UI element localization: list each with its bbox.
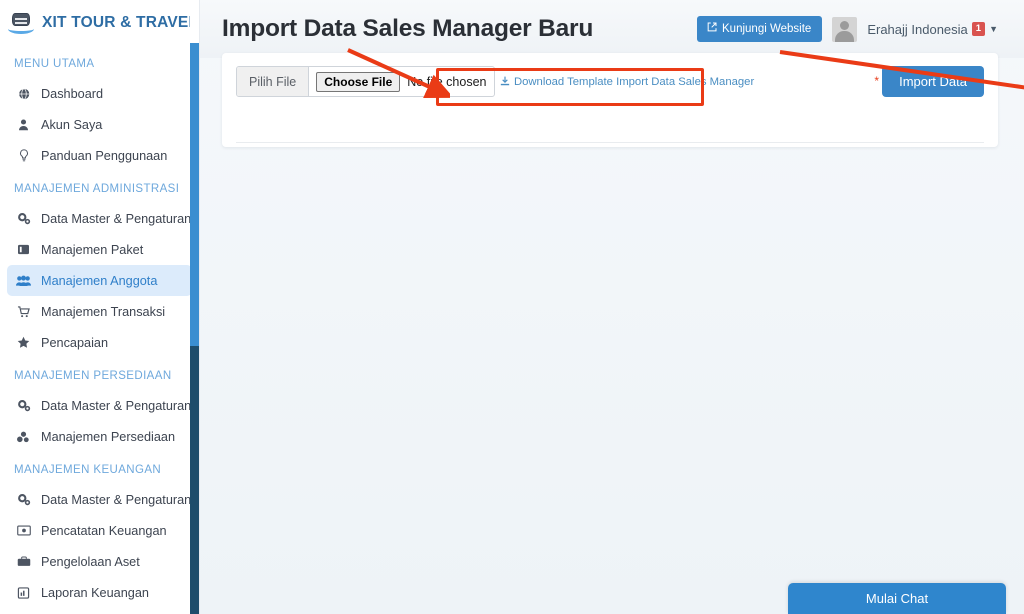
- visit-website-label: Kunjungi Website: [722, 22, 812, 35]
- sidebar-item-manajemen-anggota[interactable]: Manajemen Anggota: [7, 265, 192, 296]
- gears-icon: [16, 493, 31, 506]
- main-content: Import Data Sales Manager Baru Kunjungi …: [200, 0, 1024, 614]
- sidebar-item-dashboard[interactable]: Dashboard: [7, 78, 192, 109]
- globe-icon: [16, 87, 31, 100]
- file-report-icon: [16, 586, 31, 599]
- external-link-icon: [707, 22, 717, 35]
- sidebar-item-manajemen-persediaan[interactable]: Manajemen Persediaan: [7, 421, 192, 452]
- sidebar-section-heading: MANAJEMEN ADMINISTRASI: [14, 183, 180, 195]
- chevron-down-icon: ▼: [989, 24, 998, 34]
- file-upload-control[interactable]: Pilih File Choose File No file chosen: [236, 66, 496, 97]
- download-icon: [500, 76, 510, 89]
- users-icon: [16, 275, 31, 287]
- sidebar-item-label: Manajemen Paket: [41, 242, 144, 257]
- import-card: Pilih File Choose File No file chosen Do…: [222, 53, 998, 147]
- sidebar-item-akun-saya[interactable]: Akun Saya: [7, 109, 192, 140]
- visit-website-button[interactable]: Kunjungi Website: [697, 16, 823, 42]
- gears-icon: [16, 399, 31, 412]
- sidebar-section-heading: MENU UTAMA: [14, 58, 95, 70]
- sidebar: XIT TOUR & TRAVEL MENU UTAMA Dashboard A…: [0, 0, 200, 614]
- sidebar-item-pengelolaan-aset[interactable]: Pengelolaan Aset: [7, 546, 192, 577]
- sidebar-item-label: Dashboard: [41, 86, 104, 101]
- sidebar-item-pencatatan-keuangan[interactable]: Pencatatan Keuangan: [7, 515, 192, 546]
- sidebar-item-manajemen-transaksi[interactable]: Manajemen Transaksi: [7, 296, 192, 327]
- book-icon: [16, 244, 31, 255]
- card-divider: [236, 142, 984, 143]
- sidebar-item-panduan-penggunaan[interactable]: Panduan Penggunaan: [7, 140, 192, 171]
- import-card-right: * Import Data: [844, 53, 998, 97]
- status-badge: 1: [971, 21, 986, 37]
- sidebar-scrollbar-top-gap: [190, 0, 199, 43]
- sidebar-item-data-master-administrasi[interactable]: Data Master & Pengaturan: [7, 203, 192, 234]
- lightbulb-icon: [16, 149, 31, 162]
- start-chat-label: Mulai Chat: [865, 591, 929, 606]
- sidebar-item-label: Panduan Penggunaan: [41, 148, 168, 163]
- sidebar-item-data-master-persediaan[interactable]: Data Master & Pengaturan: [7, 390, 192, 421]
- sidebar-item-label: Laporan Keuangan: [41, 585, 149, 600]
- sidebar-item-label: Akun Saya: [41, 117, 103, 132]
- star-half-icon: [16, 336, 31, 349]
- app-root: XIT TOUR & TRAVEL MENU UTAMA Dashboard A…: [0, 0, 1024, 614]
- user-menu[interactable]: Erahajj Indonesia 1 ▼: [867, 22, 998, 37]
- sidebar-item-label: Manajemen Anggota: [41, 273, 158, 288]
- sidebar-item-label: Pencatatan Keuangan: [41, 523, 167, 538]
- start-chat-button[interactable]: Mulai Chat: [788, 583, 1006, 614]
- sidebar-scrollbar-thumb[interactable]: [190, 43, 199, 346]
- cart-icon: [16, 305, 31, 318]
- user-icon: [16, 118, 31, 131]
- boxes-icon: [16, 431, 31, 443]
- gears-icon: [16, 212, 31, 225]
- brand-header[interactable]: XIT TOUR & TRAVEL: [0, 0, 199, 46]
- import-data-button[interactable]: Import Data: [882, 66, 984, 97]
- file-prefix-label: Pilih File: [237, 67, 310, 96]
- sidebar-item-laporan-keuangan[interactable]: Laporan Keuangan: [7, 577, 192, 608]
- briefcase-icon: [16, 556, 31, 567]
- sidebar-item-label: Data Master & Pengaturan: [41, 492, 192, 507]
- sidebar-section-heading: MANAJEMEN PERSEDIAAN: [14, 370, 172, 382]
- import-card-left: Pilih File Choose File No file chosen Do…: [222, 53, 844, 97]
- money-bill-icon: [16, 525, 31, 536]
- sidebar-item-label: Data Master & Pengaturan: [41, 398, 192, 413]
- sidebar-item-label: Manajemen Persediaan: [41, 429, 176, 444]
- sidebar-item-label: Manajemen Transaksi: [41, 304, 166, 319]
- sidebar-section-heading: MANAJEMEN KEUANGAN: [14, 464, 162, 476]
- page-title: Import Data Sales Manager Baru: [222, 15, 594, 42]
- user-name: Erahajj Indonesia: [867, 21, 968, 37]
- top-bar-actions: Kunjungi Website Erahajj Indonesia 1 ▼: [697, 16, 998, 42]
- sidebar-item-pencapaian[interactable]: Pencapaian: [7, 327, 192, 358]
- sidebar-item-manajemen-paket[interactable]: Manajemen Paket: [7, 234, 192, 265]
- download-template-label: Download Template Import Data Sales Mana…: [513, 76, 755, 88]
- file-input-native[interactable]: Choose File No file chosen: [309, 67, 494, 96]
- sidebar-item-data-master-keuangan[interactable]: Data Master & Pengaturan: [7, 484, 192, 515]
- choose-file-button[interactable]: Choose File: [316, 71, 401, 92]
- sidebar-item-label: Data Master & Pengaturan: [41, 211, 192, 226]
- sidebar-item-label: Pencapaian: [41, 335, 109, 350]
- sidebar-nav: MENU UTAMA Dashboard Akun Saya Panduan P…: [0, 46, 199, 614]
- required-marker: *: [874, 74, 880, 88]
- avatar[interactable]: [832, 16, 858, 42]
- download-template-link[interactable]: Download Template Import Data Sales Mana…: [500, 76, 754, 89]
- brand-name: XIT TOUR & TRAVEL: [42, 14, 199, 31]
- database-logo-icon: [8, 11, 34, 35]
- sidebar-item-label: Pengelolaan Aset: [41, 554, 140, 569]
- top-bar: Import Data Sales Manager Baru Kunjungi …: [200, 0, 1024, 58]
- no-file-chosen-text: No file chosen: [407, 74, 487, 89]
